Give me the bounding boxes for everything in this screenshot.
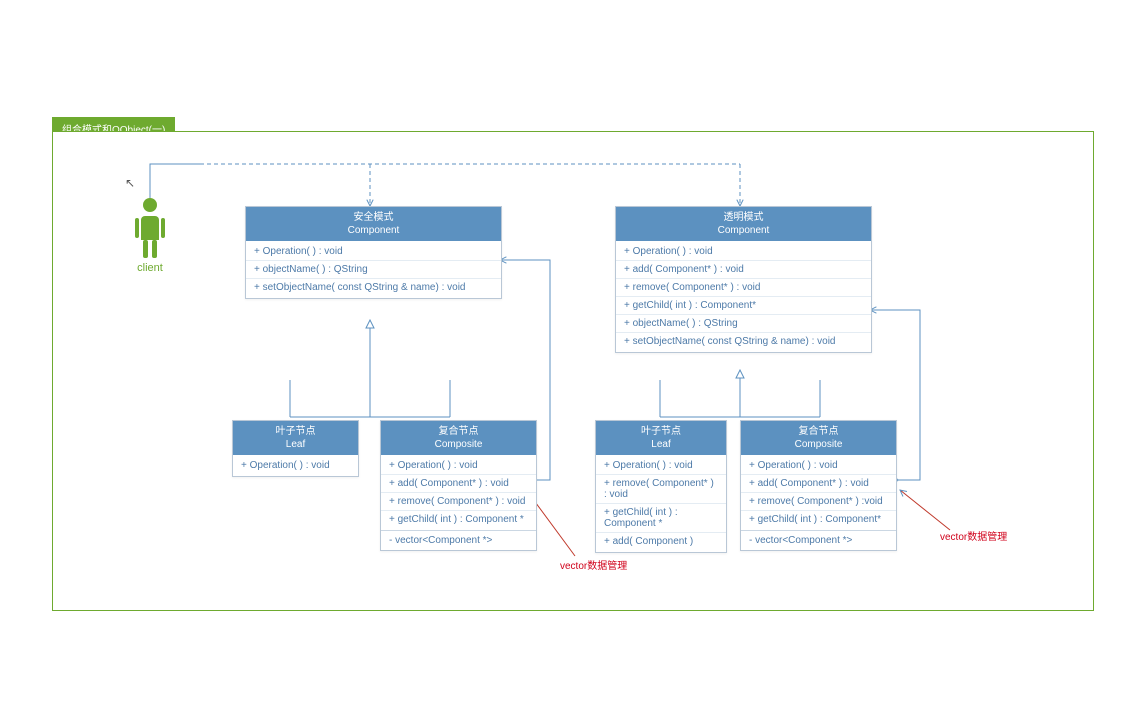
class-leaf-right: 叶子节点 Leaf + Operation( ) : void + remove… xyxy=(595,420,727,553)
operation-row: + Operation( ) : void xyxy=(381,457,536,474)
class-title: 叶子节点 xyxy=(641,426,681,437)
operation-row: + add( Component* ) : void xyxy=(616,260,871,278)
operation-row: + Operation( ) : void xyxy=(233,457,358,474)
class-subtitle: Leaf xyxy=(235,438,356,451)
operation-row: + add( Component* ) : void xyxy=(741,474,896,492)
operation-row: + setObjectName( const QString & name) :… xyxy=(246,278,501,296)
operation-row: + Operation( ) : void xyxy=(616,243,871,260)
vector-field: - vector<Component *> xyxy=(381,530,536,550)
cursor-icon: ↖ xyxy=(125,176,135,190)
class-title: 透明模式 xyxy=(724,212,764,223)
class-title: 安全模式 xyxy=(354,212,394,223)
client-label: client xyxy=(134,262,166,274)
client-actor: client xyxy=(134,198,166,274)
class-subtitle: Composite xyxy=(383,438,534,451)
operation-row: + remove( Component* ) : void xyxy=(381,492,536,510)
operation-row: + getChild( int ) : Component * xyxy=(596,503,726,532)
operation-row: + Operation( ) : void xyxy=(246,243,501,260)
operation-row: + getChild( int ) : Component* xyxy=(741,510,896,528)
note-right: vector数据管理 xyxy=(940,528,1007,543)
class-subtitle: Composite xyxy=(743,438,894,451)
class-composite-left: 复合节点 Composite + Operation( ) : void + a… xyxy=(380,420,537,551)
operation-row: + getChild( int ) : Component* xyxy=(616,296,871,314)
class-title: 复合节点 xyxy=(799,426,839,437)
operation-row: + setObjectName( const QString & name) :… xyxy=(616,332,871,350)
diagram-frame xyxy=(52,131,1094,611)
class-title: 复合节点 xyxy=(439,426,479,437)
operation-row: + remove( Component* ) : void xyxy=(596,474,726,503)
class-composite-right: 复合节点 Composite + Operation( ) : void + a… xyxy=(740,420,897,551)
class-leaf-left: 叶子节点 Leaf + Operation( ) : void xyxy=(232,420,359,477)
operation-row: + add( Component ) xyxy=(596,532,726,550)
operation-row: + Operation( ) : void xyxy=(741,457,896,474)
class-transparent-component: 透明模式 Component + Operation( ) : void + a… xyxy=(615,206,872,353)
note-left: vector数据管理 xyxy=(560,557,627,572)
class-safe-component: 安全模式 Component + Operation( ) : void + o… xyxy=(245,206,502,299)
operation-row: + objectName( ) : QString xyxy=(246,260,501,278)
class-subtitle: Component xyxy=(248,224,499,237)
operation-row: + add( Component* ) : void xyxy=(381,474,536,492)
operation-row: + remove( Component* ) :void xyxy=(741,492,896,510)
operation-row: + getChild( int ) : Component * xyxy=(381,510,536,528)
class-title: 叶子节点 xyxy=(276,426,316,437)
operation-row: + objectName( ) : QString xyxy=(616,314,871,332)
vector-field: - vector<Component *> xyxy=(741,530,896,550)
operation-row: + remove( Component* ) : void xyxy=(616,278,871,296)
class-subtitle: Component xyxy=(618,224,869,237)
class-subtitle: Leaf xyxy=(598,438,724,451)
operation-row: + Operation( ) : void xyxy=(596,457,726,474)
